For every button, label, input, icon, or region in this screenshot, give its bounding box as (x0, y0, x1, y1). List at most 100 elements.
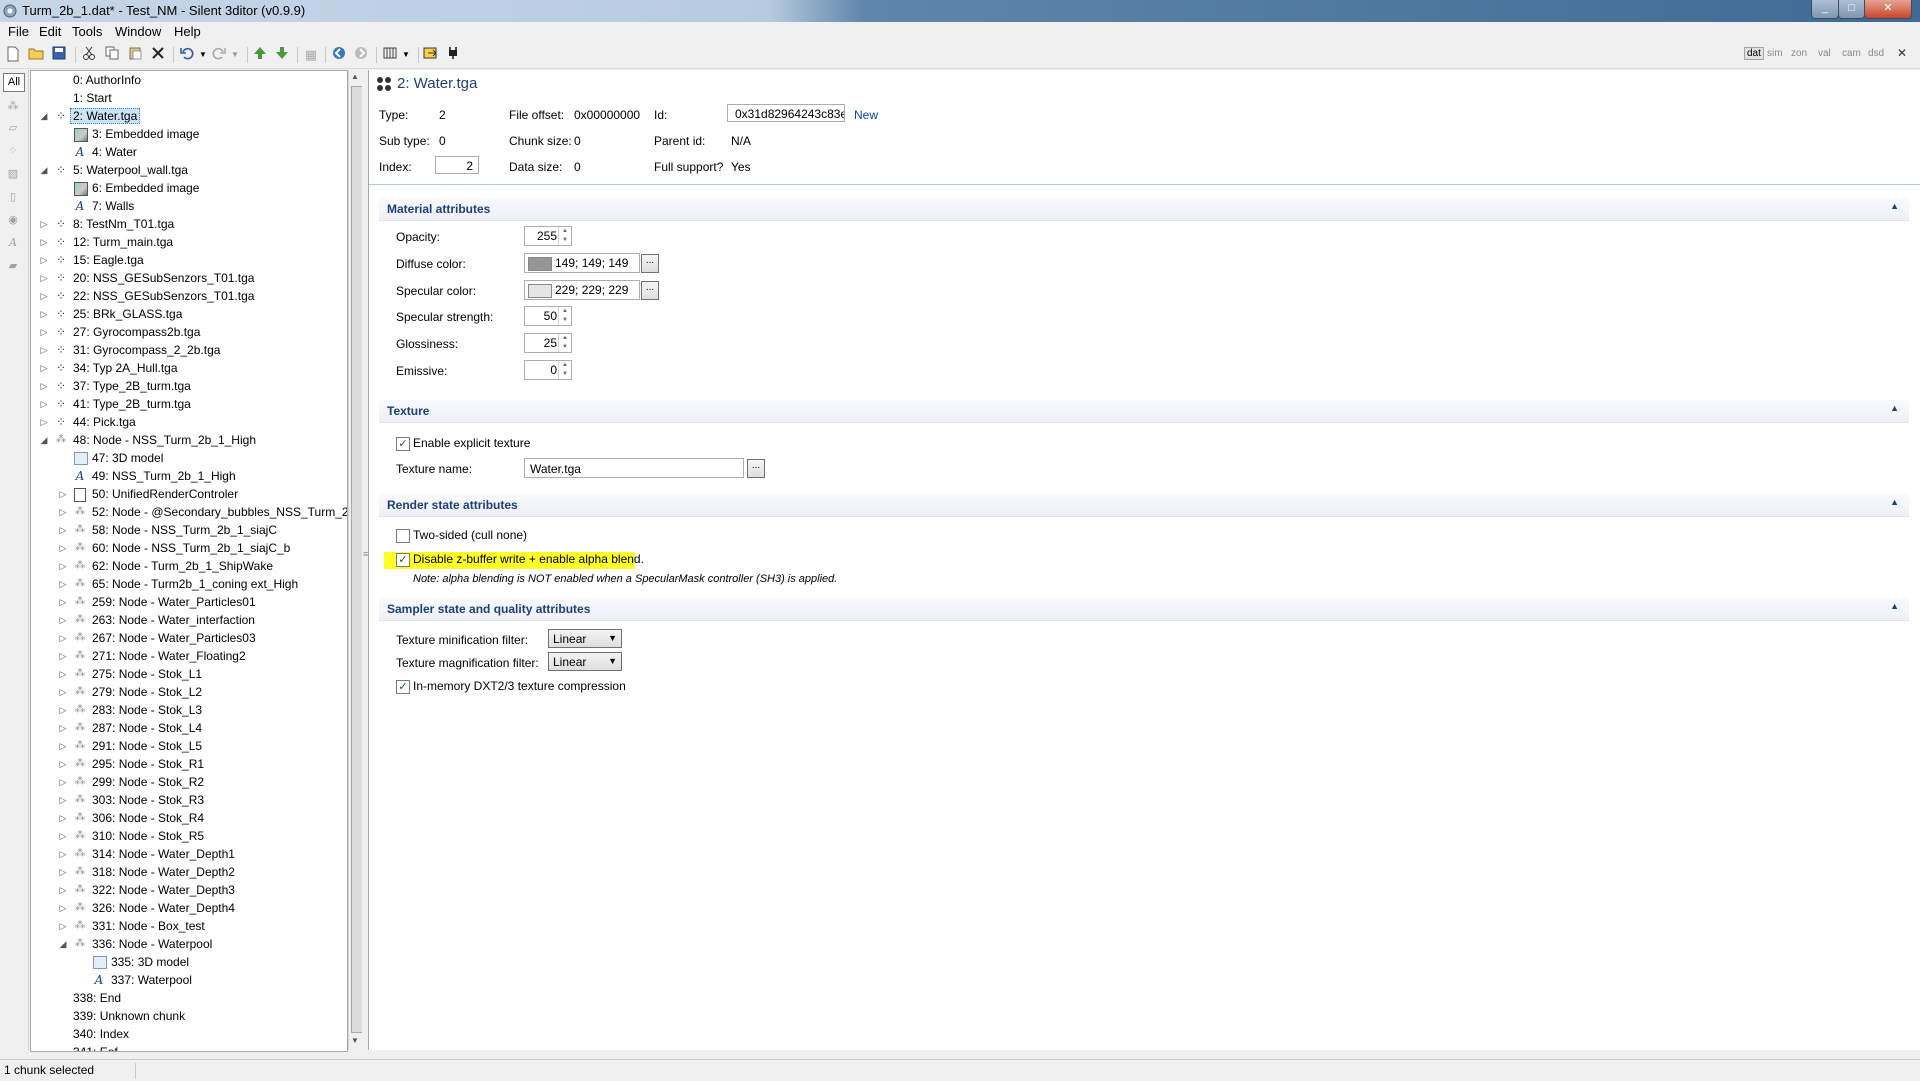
paste-icon[interactable] (126, 46, 144, 64)
tree-item[interactable]: 0: AuthorInfo (31, 71, 347, 89)
tree-item[interactable]: 47: 3D model (31, 449, 347, 467)
move-up-icon[interactable] (251, 46, 269, 64)
two-sided-checkbox[interactable] (396, 529, 410, 543)
tree-item[interactable]: 341: Eof (31, 1043, 347, 1051)
specular-strength-spinner[interactable]: 50 ▲ ▼ (524, 306, 572, 326)
tree-item[interactable]: ▷ ⁘ 22: NSS_GESubSenzors_T01.tga (31, 287, 347, 305)
forward-icon[interactable] (352, 46, 370, 64)
new-id-link[interactable]: New (854, 108, 878, 122)
plugin-icon[interactable] (444, 46, 462, 64)
tree-item[interactable]: 6: Embedded image (31, 179, 347, 197)
tree-item[interactable]: ▷ ⁘ 34: Typ 2A_Hull.tga (31, 359, 347, 377)
collapse-icon[interactable]: ▲ (1890, 497, 1899, 507)
tree-item[interactable]: ▷ ⁘ 20: NSS_GESubSenzors_T01.tga (31, 269, 347, 287)
tree-item[interactable]: ▷ ⁘ 27: Gyrocompass2b.tga (31, 323, 347, 341)
tree-item[interactable]: A 4: Water (31, 143, 347, 161)
tree-item[interactable]: ▷ ⁘ 8: TestNm_T01.tga (31, 215, 347, 233)
expand-arrow-icon[interactable]: ▷ (58, 881, 68, 899)
tree-item[interactable]: ◢ ⁂ 336: Node - Waterpool (31, 935, 347, 953)
texture-name-field[interactable]: Water.tga (524, 458, 744, 478)
expand-arrow-icon[interactable]: ▷ (58, 665, 68, 683)
expand-arrow-icon[interactable]: ▷ (39, 233, 49, 251)
spin-arrows-icon[interactable]: ▲ ▼ (558, 227, 571, 245)
expand-arrow-icon[interactable]: ▷ (39, 305, 49, 323)
collapse-icon[interactable]: ▲ (1890, 201, 1899, 211)
expand-arrow-icon[interactable]: ▷ (58, 683, 68, 701)
tree-item[interactable]: ▷ ⁂ 65: Node - Turm2b_1_coning ext_High (31, 575, 347, 593)
tree-item[interactable]: A 49: NSS_Turm_2b_1_High (31, 467, 347, 485)
tree-item[interactable]: ▷ ⁂ 306: Node - Stok_R4 (31, 809, 347, 827)
emissive-spinner[interactable]: 0 ▲ ▼ (524, 360, 572, 380)
tree-item[interactable]: ▷ ⁂ 267: Node - Water_Particles03 (31, 629, 347, 647)
id-field[interactable]: 0x31d82964243c83e6 (727, 104, 845, 122)
expand-arrow-icon[interactable]: ▷ (39, 269, 49, 287)
tree-item[interactable]: 3: Embedded image (31, 125, 347, 143)
back-icon[interactable] (330, 46, 348, 64)
expand-arrow-icon[interactable]: ▷ (58, 503, 68, 521)
collapse-arrow-icon[interactable]: ◢ (39, 161, 49, 179)
expand-arrow-icon[interactable]: ▷ (58, 539, 68, 557)
tree-item[interactable]: ▷ ⁂ 287: Node - Stok_L4 (31, 719, 347, 737)
filter-material-icon[interactable]: ⁘ (5, 143, 21, 159)
diffuse-color-field[interactable]: 149; 149; 149 ... (524, 253, 659, 273)
explicit-texture-checkbox[interactable]: ✓ (396, 437, 410, 451)
filter-other-icon[interactable]: ▰ (5, 258, 21, 274)
open-folder-icon[interactable] (27, 46, 45, 64)
expand-arrow-icon[interactable]: ▷ (39, 359, 49, 377)
tree-item[interactable]: ▷ ⁂ 58: Node - NSS_Turm_2b_1_siajC (31, 521, 347, 539)
new-file-icon[interactable] (4, 46, 22, 64)
mag-filter-select[interactable]: Linear ▼ (548, 652, 622, 671)
index-field[interactable]: 2 (435, 156, 479, 174)
section-texture-header[interactable]: Texture ▲ (379, 400, 1909, 423)
scroll-down-icon[interactable]: ▼ (351, 1036, 359, 1045)
spin-arrows-icon[interactable]: ▲ ▼ (558, 334, 571, 352)
menu-file[interactable]: File (8, 24, 29, 39)
cut-icon[interactable] (80, 46, 98, 64)
specular-color-field[interactable]: 229; 229; 229 ... (524, 280, 659, 300)
mode-dat-button[interactable]: dat (1744, 47, 1764, 60)
properties-icon[interactable]: ▦ (302, 46, 320, 64)
tree-item[interactable]: 339: Unknown chunk (31, 1007, 347, 1025)
expand-arrow-icon[interactable]: ▷ (58, 701, 68, 719)
tree-item[interactable]: ▷ ⁘ 31: Gyrocompass_2_2b.tga (31, 341, 347, 359)
tree-item[interactable]: ▷ ⁂ 322: Node - Water_Depth3 (31, 881, 347, 899)
expand-arrow-icon[interactable]: ▷ (58, 593, 68, 611)
tree-item[interactable]: ▷ ⁘ 44: Pick.tga (31, 413, 347, 431)
export-icon[interactable] (422, 46, 440, 64)
min-filter-select[interactable]: Linear ▼ (548, 629, 622, 648)
filter-model-icon[interactable]: ▱ (5, 120, 21, 136)
spin-arrows-icon[interactable]: ▲ ▼ (558, 307, 571, 325)
tree-item[interactable]: ◢ ⁘ 2: Water.tga (31, 107, 347, 125)
tree-item[interactable]: A 7: Walls (31, 197, 347, 215)
tree-item[interactable]: ▷ ⁘ 25: BRk_GLASS.tga (31, 305, 347, 323)
tree-item[interactable]: ▷ ⁘ 15: Eagle.tga (31, 251, 347, 269)
diffuse-browse-button[interactable]: ... (641, 254, 659, 273)
expand-arrow-icon[interactable]: ▷ (58, 809, 68, 827)
expand-arrow-icon[interactable]: ▷ (58, 629, 68, 647)
filter-controller-icon[interactable]: ▯ (5, 189, 21, 205)
tree-item[interactable]: ▷ ⁂ 275: Node - Stok_L1 (31, 665, 347, 683)
expand-arrow-icon[interactable]: ▷ (39, 251, 49, 269)
tree-item[interactable]: ◢ ⁂ 48: Node - NSS_Turm_2b_1_High (31, 431, 347, 449)
expand-arrow-icon[interactable]: ▷ (58, 899, 68, 917)
specular-browse-button[interactable]: ... (641, 281, 659, 300)
tree-item[interactable]: ▷ ⁂ 303: Node - Stok_R3 (31, 791, 347, 809)
delete-icon[interactable] (149, 46, 167, 64)
expand-arrow-icon[interactable]: ▷ (58, 719, 68, 737)
mode-sim-button[interactable]: sim (1767, 48, 1783, 59)
section-sampler-header[interactable]: Sampler state and quality attributes ▲ (379, 598, 1909, 621)
tree-item[interactable]: ▷ ⁂ 263: Node - Water_interfaction (31, 611, 347, 629)
move-down-icon[interactable] (273, 46, 291, 64)
tree-item[interactable]: ▷ ⁂ 271: Node - Water_Floating2 (31, 647, 347, 665)
expand-arrow-icon[interactable]: ▷ (39, 341, 49, 359)
tree-item[interactable]: 1: Start (31, 89, 347, 107)
expand-arrow-icon[interactable]: ▷ (58, 755, 68, 773)
filter-text-icon[interactable]: A (5, 235, 21, 251)
tree-item[interactable]: ▷ ⁂ 310: Node - Stok_R5 (31, 827, 347, 845)
mode-val-button[interactable]: val (1818, 48, 1831, 59)
section-material-header[interactable]: Material attributes ▲ (379, 198, 1909, 221)
close-window-button[interactable]: ✕ (1864, 0, 1912, 19)
tree-item[interactable]: ▷ ⁘ 12: Turm_main.tga (31, 233, 347, 251)
filter-camera-icon[interactable]: ◉ (5, 212, 21, 228)
dxt-compression-checkbox[interactable]: ✓ (396, 680, 410, 694)
